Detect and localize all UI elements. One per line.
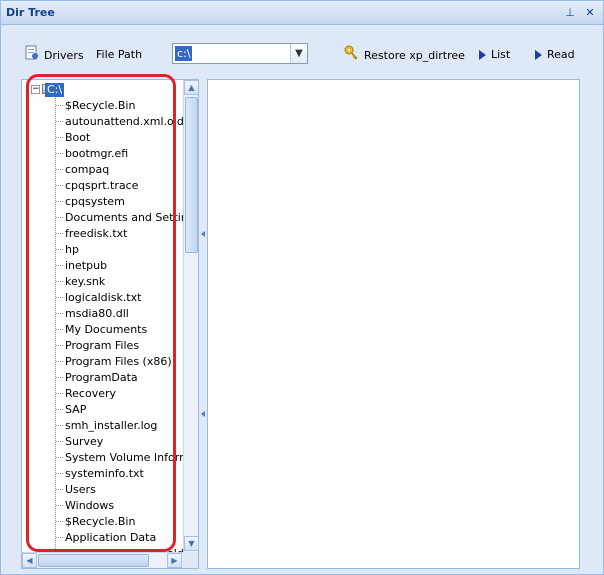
tree-connector bbox=[56, 537, 63, 538]
tree-item[interactable]: key.snk bbox=[65, 274, 105, 289]
read-label: Read bbox=[547, 48, 575, 61]
tree-connector bbox=[56, 505, 63, 506]
horizontal-scroll-thumb[interactable] bbox=[38, 554, 149, 567]
tree-connector bbox=[56, 521, 63, 522]
tree-item[interactable]: Survey bbox=[65, 434, 103, 449]
collapse-left-icon[interactable] bbox=[201, 411, 205, 417]
tree-connector bbox=[56, 265, 63, 266]
tree-item[interactable]: Users bbox=[65, 482, 96, 497]
tree-item[interactable]: Windows bbox=[65, 498, 114, 513]
scroll-right-icon[interactable]: ▶ bbox=[167, 553, 182, 568]
tree-connector bbox=[56, 281, 63, 282]
tree-item[interactable]: hp bbox=[65, 242, 79, 257]
tree-connector bbox=[56, 105, 63, 106]
key-icon bbox=[344, 45, 359, 67]
scroll-corner bbox=[183, 552, 198, 568]
tree-connector bbox=[56, 457, 63, 458]
tree-item[interactable]: Documents and Settings bbox=[65, 210, 183, 225]
collapse-left-icon[interactable] bbox=[201, 231, 205, 237]
tree-item[interactable]: Program Files bbox=[65, 338, 139, 353]
tree-item[interactable]: Boot bbox=[65, 130, 90, 145]
collapse-toggle-icon[interactable]: − bbox=[31, 85, 40, 94]
tree-connector bbox=[56, 345, 63, 346]
panel-title: Dir Tree bbox=[6, 6, 55, 19]
tree-item[interactable]: cpqsystem bbox=[65, 194, 125, 209]
tree-connector bbox=[56, 217, 63, 218]
tree-connector bbox=[56, 329, 63, 330]
tree-connector bbox=[56, 473, 63, 474]
tree-item[interactable]: inetpub bbox=[65, 258, 107, 273]
tree-guide-line bbox=[55, 95, 56, 552]
drivers-button[interactable]: Drivers bbox=[25, 45, 84, 65]
tree-connector bbox=[56, 185, 63, 186]
tree-connector bbox=[56, 233, 63, 234]
directory-tree: − C:\ $Recycle.Bin autounattend.xml.old Bo… bbox=[22, 80, 183, 552]
tree-item[interactable]: My Documents bbox=[65, 322, 147, 337]
tree-item[interactable]: Recovery bbox=[65, 386, 116, 401]
scroll-up-icon[interactable]: ▲ bbox=[184, 80, 198, 95]
tree-item[interactable]: bootmgr.efi bbox=[65, 146, 128, 161]
close-icon[interactable]: ✕ bbox=[583, 6, 597, 20]
list-label: List bbox=[491, 48, 511, 61]
tree-item[interactable]: ProgramData bbox=[65, 370, 138, 385]
tree-connector bbox=[56, 393, 63, 394]
tree-item[interactable]: Application Data bbox=[65, 530, 156, 545]
drivers-label: Drivers bbox=[44, 49, 84, 62]
directory-tree-pane: − C:\ $Recycle.Bin autounattend.xml.old Bo… bbox=[21, 79, 199, 569]
tree-item[interactable]: $Recycle.Bin bbox=[65, 98, 135, 113]
chevron-down-icon[interactable]: ▼ bbox=[290, 44, 307, 63]
tree-connector bbox=[56, 249, 63, 250]
scroll-left-icon[interactable]: ◀ bbox=[22, 553, 37, 568]
panel-titlebar: Dir Tree ⊥ ✕ bbox=[1, 1, 603, 25]
list-button[interactable]: List bbox=[479, 45, 510, 65]
tree-item[interactable]: Program Files (x86) bbox=[65, 354, 172, 369]
pane-splitter[interactable] bbox=[199, 79, 207, 569]
restore-label: Restore xp_dirtree bbox=[364, 49, 465, 62]
tree-item[interactable]: cpqsprt.trace bbox=[65, 178, 138, 193]
play-icon bbox=[479, 50, 486, 60]
tree-item[interactable]: compaq bbox=[65, 162, 109, 177]
tree-root-c-drive[interactable]: C:\ bbox=[45, 83, 65, 97]
tree-item[interactable]: $Recycle.Bin bbox=[65, 514, 135, 529]
tree-item[interactable]: SAP bbox=[65, 402, 86, 417]
horizontal-scrollbar[interactable]: ◀ ▶ bbox=[22, 552, 183, 568]
tree-item[interactable]: autounattend.xml.old bbox=[65, 114, 183, 129]
tree-connector bbox=[56, 153, 63, 154]
file-path-select[interactable]: c:\ ▼ bbox=[172, 43, 308, 64]
pin-icon[interactable]: ⊥ bbox=[563, 6, 577, 20]
tree-connector bbox=[56, 425, 63, 426]
tree-connector bbox=[56, 377, 63, 378]
tree-item[interactable]: msdia80.dll bbox=[65, 306, 129, 321]
tree-connector bbox=[56, 409, 63, 410]
play-icon bbox=[535, 50, 542, 60]
tree-item[interactable]: smh_installer.log bbox=[65, 418, 157, 433]
vertical-scroll-thumb[interactable] bbox=[185, 97, 198, 253]
tree-item[interactable]: systeminfo.txt bbox=[65, 466, 144, 481]
file-path-label: File Path bbox=[96, 48, 143, 61]
tree-connector bbox=[56, 297, 63, 298]
tree-item[interactable]: logicaldisk.txt bbox=[65, 290, 141, 305]
tree-connector bbox=[56, 441, 63, 442]
content-pane bbox=[207, 79, 580, 569]
vertical-scrollbar[interactable]: ▲ ▼ bbox=[183, 80, 198, 552]
tree-connector bbox=[56, 313, 63, 314]
tree-connector bbox=[56, 489, 63, 490]
tree-connector bbox=[56, 137, 63, 138]
tree-connector bbox=[56, 169, 63, 170]
tree-item[interactable]: freedisk.txt bbox=[65, 226, 127, 241]
tree-connector bbox=[56, 201, 63, 202]
file-path-value: c:\ bbox=[175, 46, 193, 61]
read-button[interactable]: Read bbox=[535, 45, 575, 65]
dir-tree-panel: Dir Tree ⊥ ✕ Drivers File Path c:\ ▼ Res… bbox=[0, 0, 604, 575]
tree-item[interactable]: System Volume Informat bbox=[65, 450, 183, 465]
scroll-down-icon[interactable]: ▼ bbox=[184, 536, 198, 551]
tree-connector bbox=[56, 121, 63, 122]
tree-connector bbox=[56, 361, 63, 362]
restore-xp-dirtree-button[interactable]: Restore xp_dirtree bbox=[344, 45, 465, 65]
drivers-icon bbox=[25, 45, 39, 67]
